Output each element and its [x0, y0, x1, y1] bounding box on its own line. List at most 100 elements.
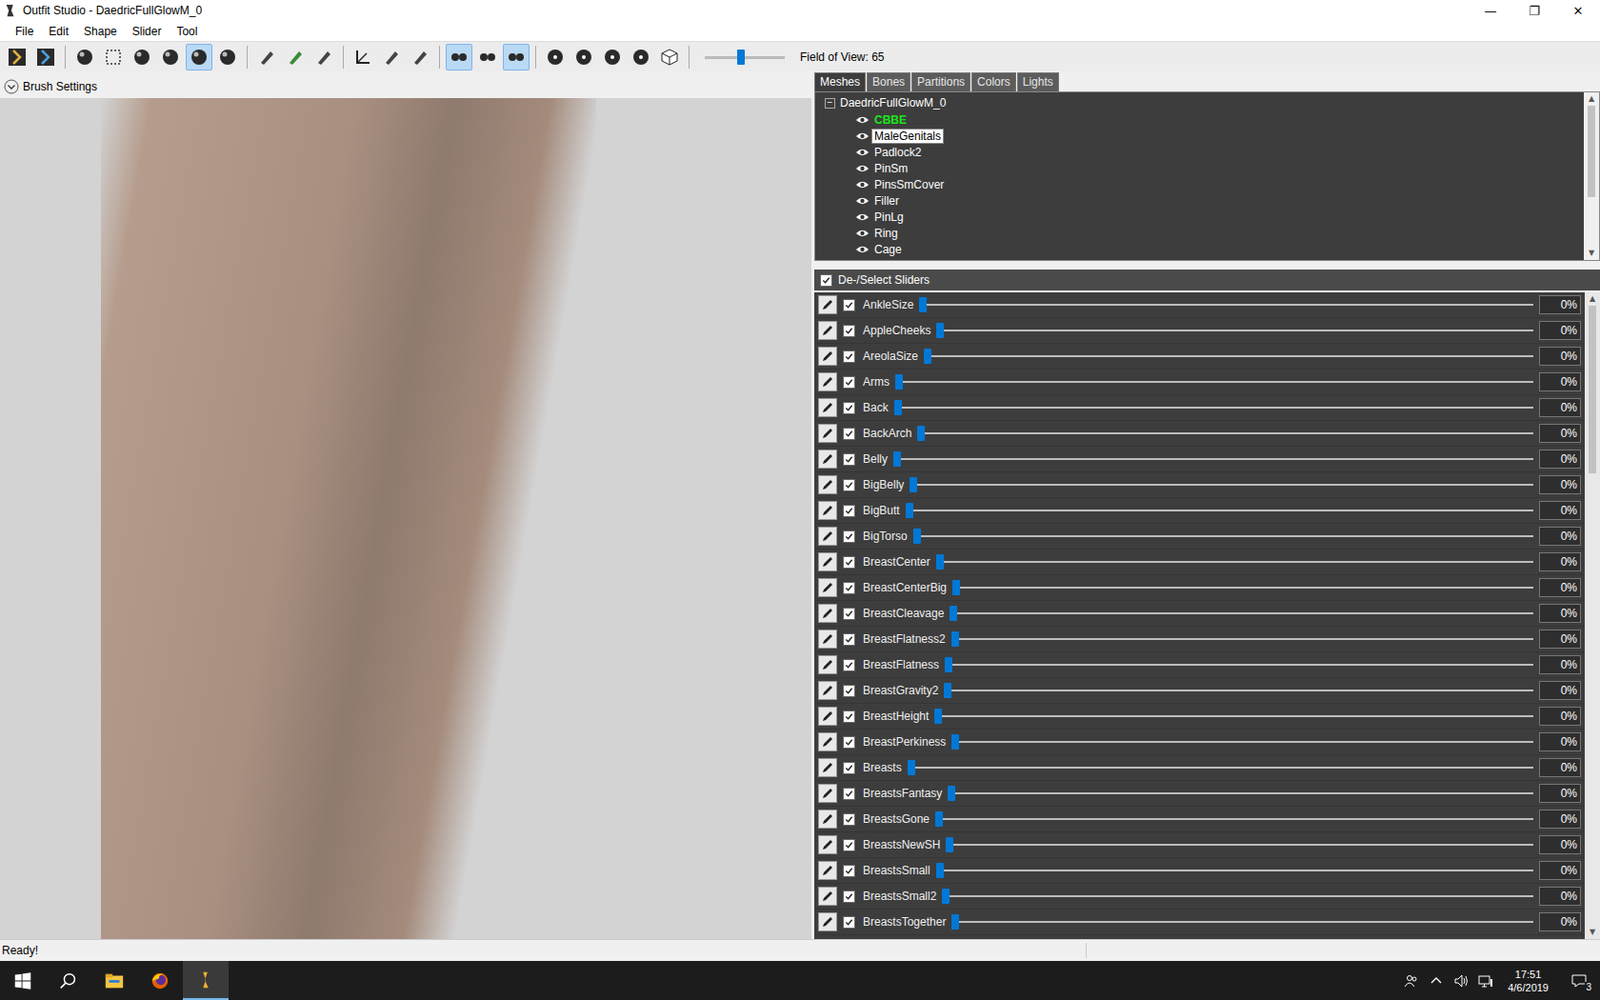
- mesh-item[interactable]: Filler: [815, 192, 1584, 209]
- eye-icon[interactable]: [855, 115, 870, 125]
- slider-checkbox[interactable]: [842, 736, 856, 749]
- edit-slider-button[interactable]: [818, 758, 838, 778]
- slider-value[interactable]: 0%: [1539, 295, 1581, 315]
- slider-thumb[interactable]: [923, 348, 932, 364]
- slider-thumb[interactable]: [941, 888, 950, 904]
- menu-item[interactable]: File: [7, 22, 41, 40]
- edit-slider-button[interactable]: [818, 629, 838, 649]
- eye-icon[interactable]: [855, 212, 870, 222]
- slider-value[interactable]: 0%: [1539, 860, 1581, 880]
- menu-item[interactable]: Edit: [40, 22, 77, 40]
- slider-value[interactable]: 0%: [1539, 706, 1581, 726]
- slider-checkbox[interactable]: [842, 299, 856, 312]
- select-all-checkbox[interactable]: [820, 274, 833, 287]
- slider-thumb[interactable]: [952, 580, 960, 596]
- taskbar-button[interactable]: [0, 960, 46, 1000]
- edit-slider-button[interactable]: [818, 603, 838, 623]
- slider-checkbox[interactable]: [842, 453, 856, 466]
- tool-button[interactable]: [349, 43, 377, 71]
- slider-checkbox[interactable]: [842, 350, 856, 363]
- slider-checkbox[interactable]: [842, 633, 856, 646]
- tool-button[interactable]: [627, 43, 655, 71]
- 3d-viewport[interactable]: [0, 98, 812, 940]
- mesh-item[interactable]: PinSm: [815, 160, 1584, 177]
- slider-value[interactable]: 0%: [1539, 475, 1581, 495]
- slider-thumb[interactable]: [893, 451, 901, 467]
- slider-checkbox[interactable]: [842, 761, 856, 775]
- menu-item[interactable]: Tool: [168, 22, 205, 40]
- edit-slider-button[interactable]: [818, 732, 838, 752]
- slider-thumb[interactable]: [935, 811, 943, 827]
- tool-button[interactable]: [128, 43, 156, 71]
- slider-value[interactable]: 0%: [1539, 783, 1581, 803]
- slider-thumb[interactable]: [913, 528, 921, 544]
- mesh-item[interactable]: PinsSmCover: [815, 176, 1584, 193]
- tab[interactable]: Bones: [866, 72, 911, 92]
- slider-value[interactable]: 0%: [1539, 886, 1581, 906]
- mesh-item[interactable]: Ring: [815, 224, 1584, 241]
- edit-slider-button[interactable]: [818, 886, 838, 906]
- slider-thumb[interactable]: [905, 502, 914, 519]
- tool-button[interactable]: [445, 43, 473, 71]
- slider-value[interactable]: 0%: [1539, 655, 1581, 675]
- taskbar-button[interactable]: [182, 960, 229, 1000]
- slider-track[interactable]: [894, 398, 1534, 418]
- menu-item[interactable]: Slider: [124, 22, 170, 40]
- tool-button[interactable]: [502, 43, 530, 71]
- slider-value[interactable]: 0%: [1539, 398, 1581, 418]
- edit-slider-button[interactable]: [818, 475, 838, 495]
- slider-checkbox[interactable]: [842, 864, 856, 878]
- slider-checkbox[interactable]: [842, 376, 856, 389]
- slider-thumb[interactable]: [917, 425, 925, 441]
- tool-button[interactable]: [3, 43, 31, 71]
- slider-thumb[interactable]: [894, 400, 902, 416]
- edit-slider-button[interactable]: [818, 835, 838, 855]
- slider-thumb[interactable]: [949, 605, 958, 621]
- edit-slider-button[interactable]: [818, 295, 838, 315]
- eye-icon[interactable]: [855, 244, 870, 255]
- slider-value[interactable]: 0%: [1539, 552, 1581, 572]
- edit-slider-button[interactable]: [818, 783, 838, 803]
- slider-checkbox[interactable]: [842, 890, 856, 903]
- slider-value[interactable]: 0%: [1539, 732, 1581, 752]
- slider-value[interactable]: 0%: [1539, 578, 1581, 598]
- slider-checkbox[interactable]: [842, 839, 856, 852]
- edit-slider-button[interactable]: [818, 655, 838, 675]
- slider-checkbox[interactable]: [842, 684, 856, 698]
- tool-button[interactable]: [656, 43, 683, 71]
- brush-settings[interactable]: Brush Settings: [0, 75, 812, 99]
- slider-thumb[interactable]: [934, 708, 942, 724]
- tray-item[interactable]: [1399, 960, 1424, 1000]
- slider-value[interactable]: 0%: [1539, 835, 1581, 855]
- tool-button[interactable]: [100, 43, 127, 71]
- slider-value[interactable]: 0%: [1539, 603, 1581, 623]
- slider-value[interactable]: 0%: [1539, 758, 1581, 778]
- slider-value[interactable]: 0%: [1539, 912, 1581, 932]
- mesh-item[interactable]: CBBE: [815, 111, 1584, 128]
- edit-slider-button[interactable]: [818, 578, 838, 598]
- tab[interactable]: Lights: [1017, 72, 1060, 92]
- tab[interactable]: Meshes: [814, 72, 866, 92]
- slider-value[interactable]: 0%: [1539, 423, 1581, 443]
- slider-track[interactable]: [934, 706, 1534, 726]
- slider-thumb[interactable]: [895, 374, 903, 390]
- slider-thumb[interactable]: [951, 914, 960, 930]
- slider-checkbox[interactable]: [842, 916, 856, 929]
- slider-thumb[interactable]: [951, 734, 960, 750]
- slider-value[interactable]: 0%: [1539, 372, 1581, 392]
- slider-thumb[interactable]: [943, 682, 952, 699]
- slider-checkbox[interactable]: [842, 479, 856, 492]
- slider-track[interactable]: [949, 603, 1534, 623]
- tool-button[interactable]: [310, 43, 338, 71]
- slider-track[interactable]: [951, 629, 1534, 649]
- slider-thumb[interactable]: [944, 657, 953, 673]
- slider-checkbox[interactable]: [842, 581, 856, 595]
- slider-thumb[interactable]: [936, 554, 944, 570]
- slider-track[interactable]: [951, 732, 1534, 752]
- slider-track[interactable]: [941, 886, 1534, 906]
- slider-checkbox[interactable]: [842, 556, 856, 569]
- tool-button[interactable]: [281, 43, 309, 71]
- slider-thumb[interactable]: [936, 322, 944, 339]
- taskbar-button[interactable]: [45, 960, 92, 1000]
- window-control[interactable]: —: [1468, 0, 1513, 21]
